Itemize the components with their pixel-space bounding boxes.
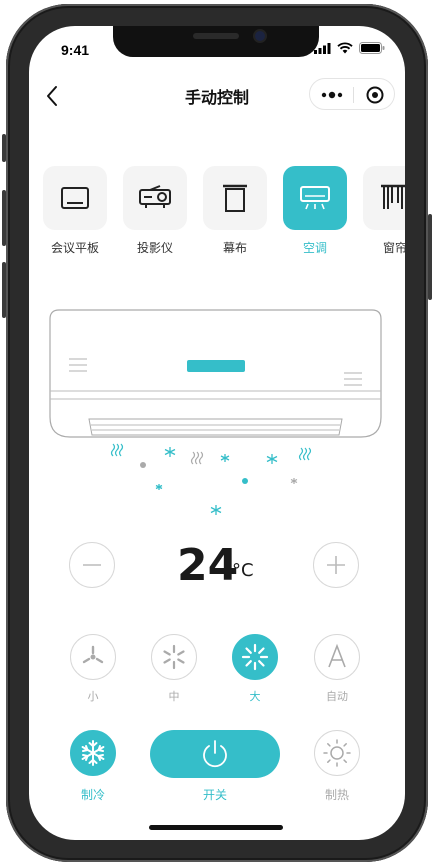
auto-letter-icon [328, 643, 346, 668]
fan-speed-selector: 小 中 大 自动 [29, 634, 405, 714]
fan-medium-icon [163, 644, 185, 670]
fan-speed-medium[interactable]: 中 [150, 634, 198, 704]
mode-heat-button[interactable]: 制热 [313, 730, 361, 803]
device-tab-window-curtain[interactable]: 窗帘 [363, 166, 405, 256]
battery-icon [359, 42, 385, 54]
device-tab-screen-curtain[interactable]: 幕布 [203, 166, 267, 256]
temperature-controls: 24 °C [29, 536, 405, 596]
mini-program-capsule [309, 78, 395, 110]
home-indicator[interactable] [149, 825, 283, 830]
screen: 9:41 手动控制 会议平板 投影仪 幕布 空调 窗帘 24 °C 小 中 大 … [29, 26, 405, 840]
temperature-value: 24 [177, 540, 239, 591]
mode-cool-button[interactable]: 制冷 [69, 730, 117, 803]
fan-speed-auto[interactable]: 自动 [313, 634, 361, 704]
fan-speed-label: 大 [249, 690, 261, 703]
ac-illustration [49, 309, 382, 439]
fan-high-icon [241, 643, 269, 671]
device-tab-air-conditioner[interactable]: 空调 [283, 166, 347, 256]
device-tabs: 会议平板 投影仪 幕布 空调 窗帘 [43, 166, 405, 256]
speaker-grille [193, 33, 239, 39]
nav-bar: 手动控制 [29, 78, 405, 114]
projector-icon [139, 185, 171, 208]
airflow-decoration [110, 443, 312, 515]
device-label: 幕布 [222, 241, 247, 255]
device-tile [283, 166, 347, 230]
mode-cool-label: 制冷 [80, 788, 105, 802]
capsule-divider [353, 87, 354, 103]
snowflake-icon [81, 740, 105, 766]
notch [113, 26, 319, 57]
fan-speed-label: 小 [87, 690, 99, 703]
power-button[interactable] [150, 730, 280, 778]
wave-icon [110, 443, 124, 457]
status-icons [314, 42, 385, 54]
temperature-decrease-button[interactable] [69, 542, 115, 588]
mode-controls: 制冷 开关 制热 [29, 730, 405, 810]
device-label: 窗帘 [382, 241, 405, 255]
temperature-unit: °C [232, 560, 254, 581]
fan-speed-low[interactable]: 小 [69, 634, 117, 704]
plus-icon [327, 556, 345, 574]
status-time: 9:41 [61, 42, 90, 58]
fan-speed-label: 中 [168, 690, 180, 703]
device-tab-projector[interactable]: 投影仪 [123, 166, 187, 256]
window-curtain-icon [381, 184, 405, 209]
mode-circle [70, 730, 116, 776]
device-label: 会议平板 [50, 241, 99, 255]
fan-low-icon [82, 645, 104, 664]
fan-speed-circle [70, 634, 116, 680]
fan-speed-circle [232, 634, 278, 680]
screen-curtain-icon [223, 184, 247, 212]
wifi-icon [337, 42, 353, 54]
device-tile [43, 166, 107, 230]
ac-unit-graphic [49, 309, 382, 438]
close-target-icon[interactable] [365, 85, 385, 105]
fan-speed-circle [151, 634, 197, 680]
temperature-increase-button[interactable] [313, 542, 359, 588]
more-icon[interactable] [320, 88, 344, 102]
fan-speed-label: 自动 [326, 690, 348, 703]
power-label: 开关 [202, 788, 227, 802]
device-tile [123, 166, 187, 230]
device-tile [203, 166, 267, 230]
tablet-icon [61, 187, 89, 209]
front-camera [255, 31, 265, 41]
phone-frame: 9:41 手动控制 会议平板 投影仪 幕布 空调 窗帘 24 °C 小 中 大 … [0, 0, 434, 866]
device-label: 投影仪 [136, 241, 173, 255]
fan-speed-high[interactable]: 大 [231, 634, 279, 704]
fan-speed-circle [314, 634, 360, 680]
power-icon [203, 740, 227, 768]
device-tile [363, 166, 405, 230]
mode-circle [314, 730, 360, 776]
power-side-button [428, 214, 432, 300]
minus-icon [83, 564, 101, 566]
mode-heat-label: 制热 [324, 788, 349, 802]
air-conditioner-icon [300, 186, 330, 210]
device-tab-tablet[interactable]: 会议平板 [43, 166, 107, 256]
sun-icon [323, 739, 351, 767]
device-label: 空调 [302, 241, 327, 255]
